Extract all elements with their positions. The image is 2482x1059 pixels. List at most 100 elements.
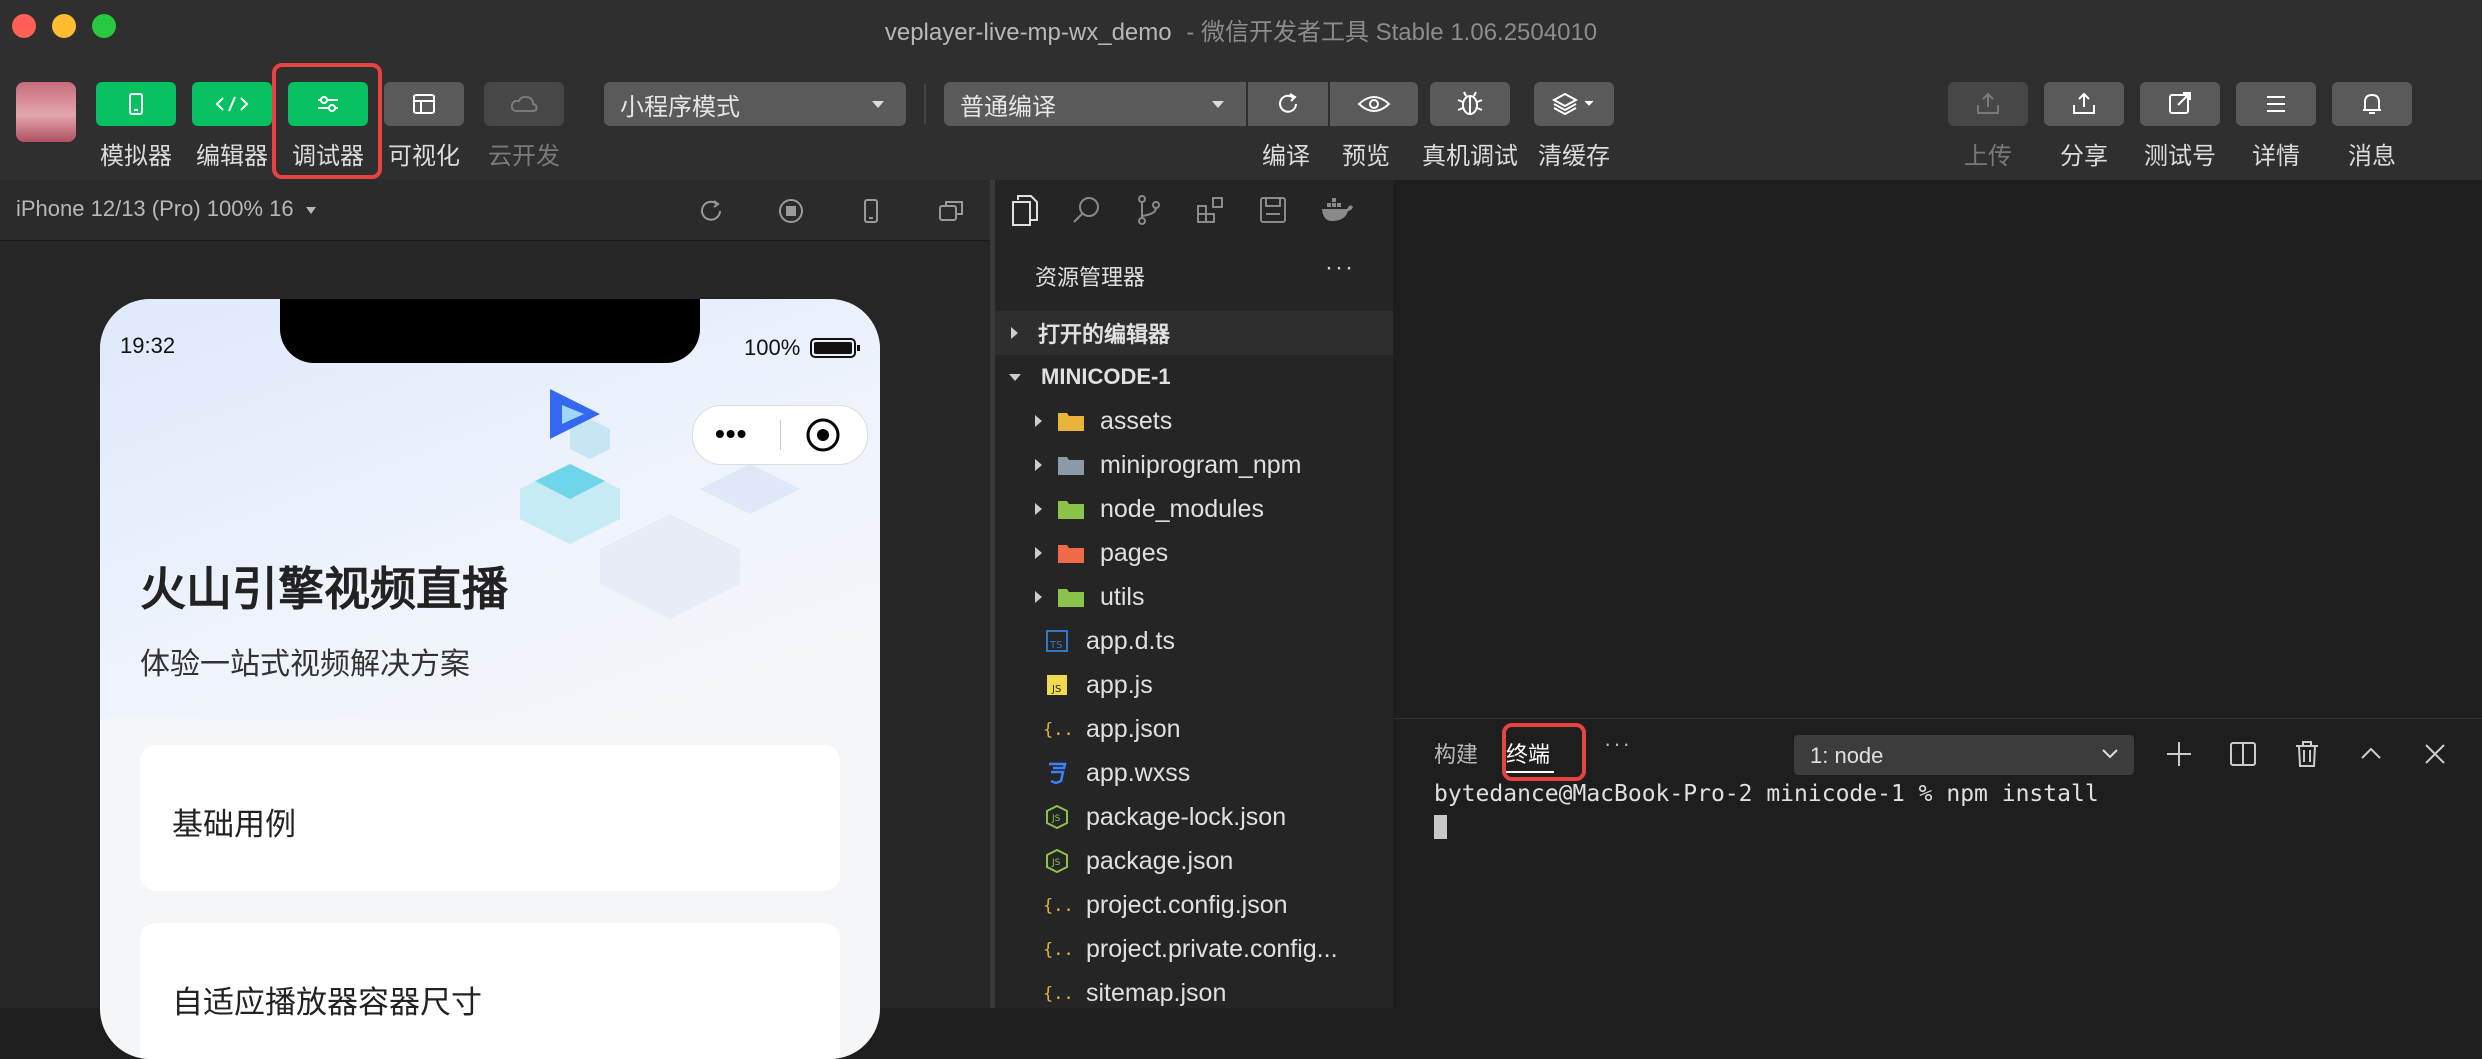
- tree-file[interactable]: {..} project.private.config...: [995, 927, 1393, 971]
- avatar[interactable]: [16, 82, 76, 142]
- details-button[interactable]: [2236, 82, 2316, 126]
- record-icon[interactable]: [776, 196, 806, 226]
- terminal-more-button[interactable]: ···: [1604, 731, 1632, 757]
- phone-icon[interactable]: [856, 196, 886, 226]
- preview-button[interactable]: [1330, 82, 1418, 126]
- mode-select-value: 小程序模式: [620, 93, 740, 121]
- tree-folder[interactable]: node_modules: [995, 487, 1393, 531]
- terminal-select-value: 1: node: [1810, 743, 1884, 768]
- window-title: veplayer-live-mp-wx_demo - 微信开发者工具 Stabl…: [884, 19, 1598, 46]
- search-icon[interactable]: [1071, 194, 1103, 226]
- open-editors-section[interactable]: 打开的编辑器: [995, 311, 1393, 355]
- chevron-right-icon: [1035, 503, 1042, 515]
- project-section[interactable]: MINICODE-1: [995, 355, 1393, 399]
- split-icon[interactable]: [2228, 739, 2258, 769]
- tree-folder[interactable]: assets: [995, 399, 1393, 443]
- tree-file[interactable]: JS package.json: [995, 839, 1393, 883]
- tree-item-label: node_modules: [1100, 494, 1265, 523]
- node-file-icon: JS: [1046, 804, 1068, 830]
- tree-file[interactable]: app.wxss: [995, 751, 1393, 795]
- tree-item-label: app.d.ts: [1086, 626, 1175, 655]
- chevron-right-icon: [1035, 547, 1042, 559]
- tree-item-label: package.json: [1086, 846, 1234, 875]
- tree-item-label: assets: [1100, 406, 1173, 435]
- title-bar: veplayer-live-mp-wx_demo - 微信开发者工具 Stabl…: [0, 0, 2482, 55]
- clear-cache-button[interactable]: [1534, 82, 1614, 126]
- share-icon: [2073, 92, 2095, 114]
- tab-build[interactable]: 构建: [1434, 737, 1478, 769]
- device-select[interactable]: iPhone 12/13 (Pro) 100% 16: [16, 196, 316, 222]
- plus-icon[interactable]: [2164, 739, 2194, 769]
- chevron-right-icon: [1035, 415, 1042, 427]
- tree-file[interactable]: JS package-lock.json: [995, 795, 1393, 839]
- card-adaptive-size[interactable]: 自适应播放器容器尺寸: [140, 923, 840, 1059]
- cloud-icon: [510, 95, 538, 112]
- share-button[interactable]: [2044, 82, 2124, 126]
- more-dots-icon[interactable]: •••: [715, 418, 747, 450]
- chevron-up-icon[interactable]: [2356, 739, 2386, 769]
- tree-file[interactable]: {..} project.config.json: [995, 883, 1393, 927]
- json-file-icon: {..}: [1043, 896, 1072, 916]
- mode-select[interactable]: 小程序模式: [604, 82, 906, 126]
- cloud-button[interactable]: [484, 82, 564, 126]
- visual-button[interactable]: [384, 82, 464, 126]
- compile-select[interactable]: 普通编译: [944, 82, 1246, 126]
- messages-button[interactable]: [2332, 82, 2412, 126]
- file-explorer: 资源管理器 ··· 打开的编辑器 MINICODE-1 assets minipr…: [994, 180, 1393, 1008]
- phone-icon: [129, 93, 143, 115]
- tree-file[interactable]: {..} sitemap.json: [995, 971, 1393, 1015]
- rotate-icon[interactable]: [696, 196, 726, 226]
- phone-screen: 19:32 100% ••• 火山引擎视频直播 体验一站式视频解决方案 基础用例…: [100, 299, 880, 1059]
- tree-item-label: sitemap.json: [1086, 978, 1227, 1007]
- device-debug-button[interactable]: [1430, 82, 1510, 126]
- cloud-label: 云开发: [488, 143, 560, 170]
- upload-icon: [1977, 92, 1999, 114]
- page-heading: 火山引擎视频直播: [140, 563, 508, 615]
- simulator-button[interactable]: [96, 82, 176, 126]
- source-control-icon[interactable]: [1133, 194, 1165, 226]
- menu-icon: [2267, 96, 2285, 112]
- close-icon[interactable]: [2420, 739, 2450, 769]
- eye-icon: [1357, 96, 1391, 112]
- toolbar-divider: [924, 84, 926, 124]
- explorer-more-button[interactable]: ···: [1325, 254, 1355, 282]
- folder-icon: [1058, 545, 1084, 563]
- external-link-icon: [2169, 92, 2191, 114]
- refresh-icon: [1279, 93, 1297, 113]
- layout-icon: [413, 94, 435, 114]
- save-icon[interactable]: [1257, 194, 1289, 226]
- json-file-icon: {..}: [1043, 720, 1072, 740]
- tree-item-label: app.json: [1086, 714, 1181, 743]
- terminal-select[interactable]: 1: node: [1794, 735, 2134, 775]
- card-basic-example[interactable]: 基础用例: [140, 745, 840, 891]
- tree-file[interactable]: {..} app.json: [995, 707, 1393, 751]
- tree-file[interactable]: TS app.d.ts: [995, 619, 1393, 663]
- terminal-prompt: bytedance@MacBook-Pro-2 minicode-1 % npm…: [1434, 781, 2099, 807]
- tree-folder[interactable]: pages: [995, 531, 1393, 575]
- bug-icon: [1457, 91, 1483, 115]
- docker-icon[interactable]: [1319, 194, 1355, 226]
- extensions-icon[interactable]: [1195, 194, 1227, 226]
- battery-icon: [810, 338, 860, 358]
- simulator-bar: iPhone 12/13 (Pro) 100% 16: [0, 180, 990, 241]
- chevron-down-icon: [1009, 373, 1021, 381]
- svg-text:JS: JS: [1051, 684, 1061, 695]
- trash-icon[interactable]: [2292, 739, 2322, 769]
- compile-button[interactable]: [1248, 82, 1328, 126]
- tree-folder[interactable]: miniprogram_npm: [995, 443, 1393, 487]
- preview-label: 预览: [1342, 143, 1390, 170]
- svg-text:{..}: {..}: [1043, 940, 1072, 960]
- svg-text:{..}: {..}: [1043, 984, 1072, 1004]
- tree-file[interactable]: JS app.js: [995, 663, 1393, 707]
- device-select-value: iPhone 12/13 (Pro) 100% 16: [16, 196, 294, 221]
- chevron-right-icon: [1035, 591, 1042, 603]
- multi-window-icon[interactable]: [936, 196, 966, 226]
- tree-folder[interactable]: utils: [995, 575, 1393, 619]
- close-circle-icon[interactable]: [805, 417, 841, 453]
- tree-item-label: pages: [1100, 538, 1169, 567]
- test-account-button[interactable]: [2140, 82, 2220, 126]
- editor-button[interactable]: [192, 82, 272, 126]
- upload-button[interactable]: [1948, 82, 2028, 126]
- files-icon[interactable]: [1009, 194, 1041, 228]
- tree-item-label: app.js: [1086, 670, 1153, 699]
